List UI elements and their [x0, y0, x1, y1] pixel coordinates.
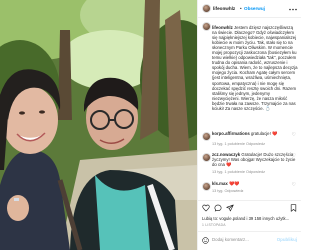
- comment-icon[interactable]: [214, 204, 222, 212]
- post-date: 1 LISTOPADA: [202, 223, 226, 227]
- comment-like-icon[interactable]: ♡: [292, 183, 296, 188]
- emoji-icon[interactable]: [202, 237, 209, 244]
- post-sidebar: lifeonwhlz • Obserwuj lifeonwhlz Jestem …: [197, 0, 301, 250]
- commenter-avatar[interactable]: [202, 153, 211, 162]
- comment-text: ❤️❤️: [228, 181, 240, 186]
- follow-button[interactable]: Obserwuj: [244, 6, 265, 12]
- post-header: lifeonwhlz • Obserwuj: [198, 0, 301, 18]
- heart-icon[interactable]: [202, 204, 210, 212]
- add-comment-input[interactable]: Dodaj komentarz...: [212, 237, 249, 242]
- commenter-avatar[interactable]: [202, 132, 211, 141]
- author-avatar[interactable]: [202, 4, 211, 13]
- comment-like-icon[interactable]: ♡: [292, 133, 296, 138]
- post-caption: lifeonwhlz Jestem dzięsz najszczęśliwszą…: [212, 25, 298, 111]
- add-comment-bar: Dodaj komentarz... Opublikuj: [198, 231, 301, 250]
- instagram-post: lifeonwhlz • Obserwuj lifeonwhlz Jestem …: [0, 0, 301, 250]
- author-username[interactable]: lifeonwhlz: [213, 6, 235, 12]
- comment-item: korpo.affirmations gratulacje! ❤️: [212, 131, 298, 136]
- comment-username[interactable]: kls.max: [212, 181, 228, 186]
- comment-username[interactable]: korpo.affirmations: [212, 131, 250, 136]
- caption-text: Jestem dzięsz najszczęśliwszą na świecie…: [212, 25, 298, 106]
- share-icon[interactable]: [226, 204, 234, 212]
- comment-like-icon[interactable]: ♡: [292, 154, 296, 159]
- more-dots-icon[interactable]: [289, 8, 297, 11]
- post-actions: [198, 200, 301, 214]
- commenter-avatar[interactable]: [202, 182, 211, 191]
- publish-button[interactable]: Opublikuj: [277, 237, 297, 242]
- separator-dot: •: [240, 6, 242, 11]
- comment-item: zcz.nowaczyk Gratulacje! Dużo szczęścia …: [212, 152, 298, 167]
- photo-illustration: [0, 0, 197, 250]
- caption-author-avatar[interactable]: [202, 22, 211, 31]
- bookmark-icon[interactable]: [290, 204, 297, 212]
- likes-count[interactable]: Lubią to: vogule.poland i 39 158 innych …: [202, 216, 289, 221]
- comment-item: kls.max ❤️❤️: [212, 181, 298, 186]
- post-photo[interactable]: [0, 0, 197, 250]
- comment-text: gratulacje! ❤️: [250, 131, 278, 136]
- comment-meta[interactable]: 13 tyg. Odpowiedz: [212, 189, 243, 194]
- comment-meta[interactable]: 13 tyg. 1 polubienie Odpowiedz: [212, 170, 265, 175]
- comment-meta[interactable]: 13 tyg. 1 polubienie Odpowiedz: [212, 142, 265, 147]
